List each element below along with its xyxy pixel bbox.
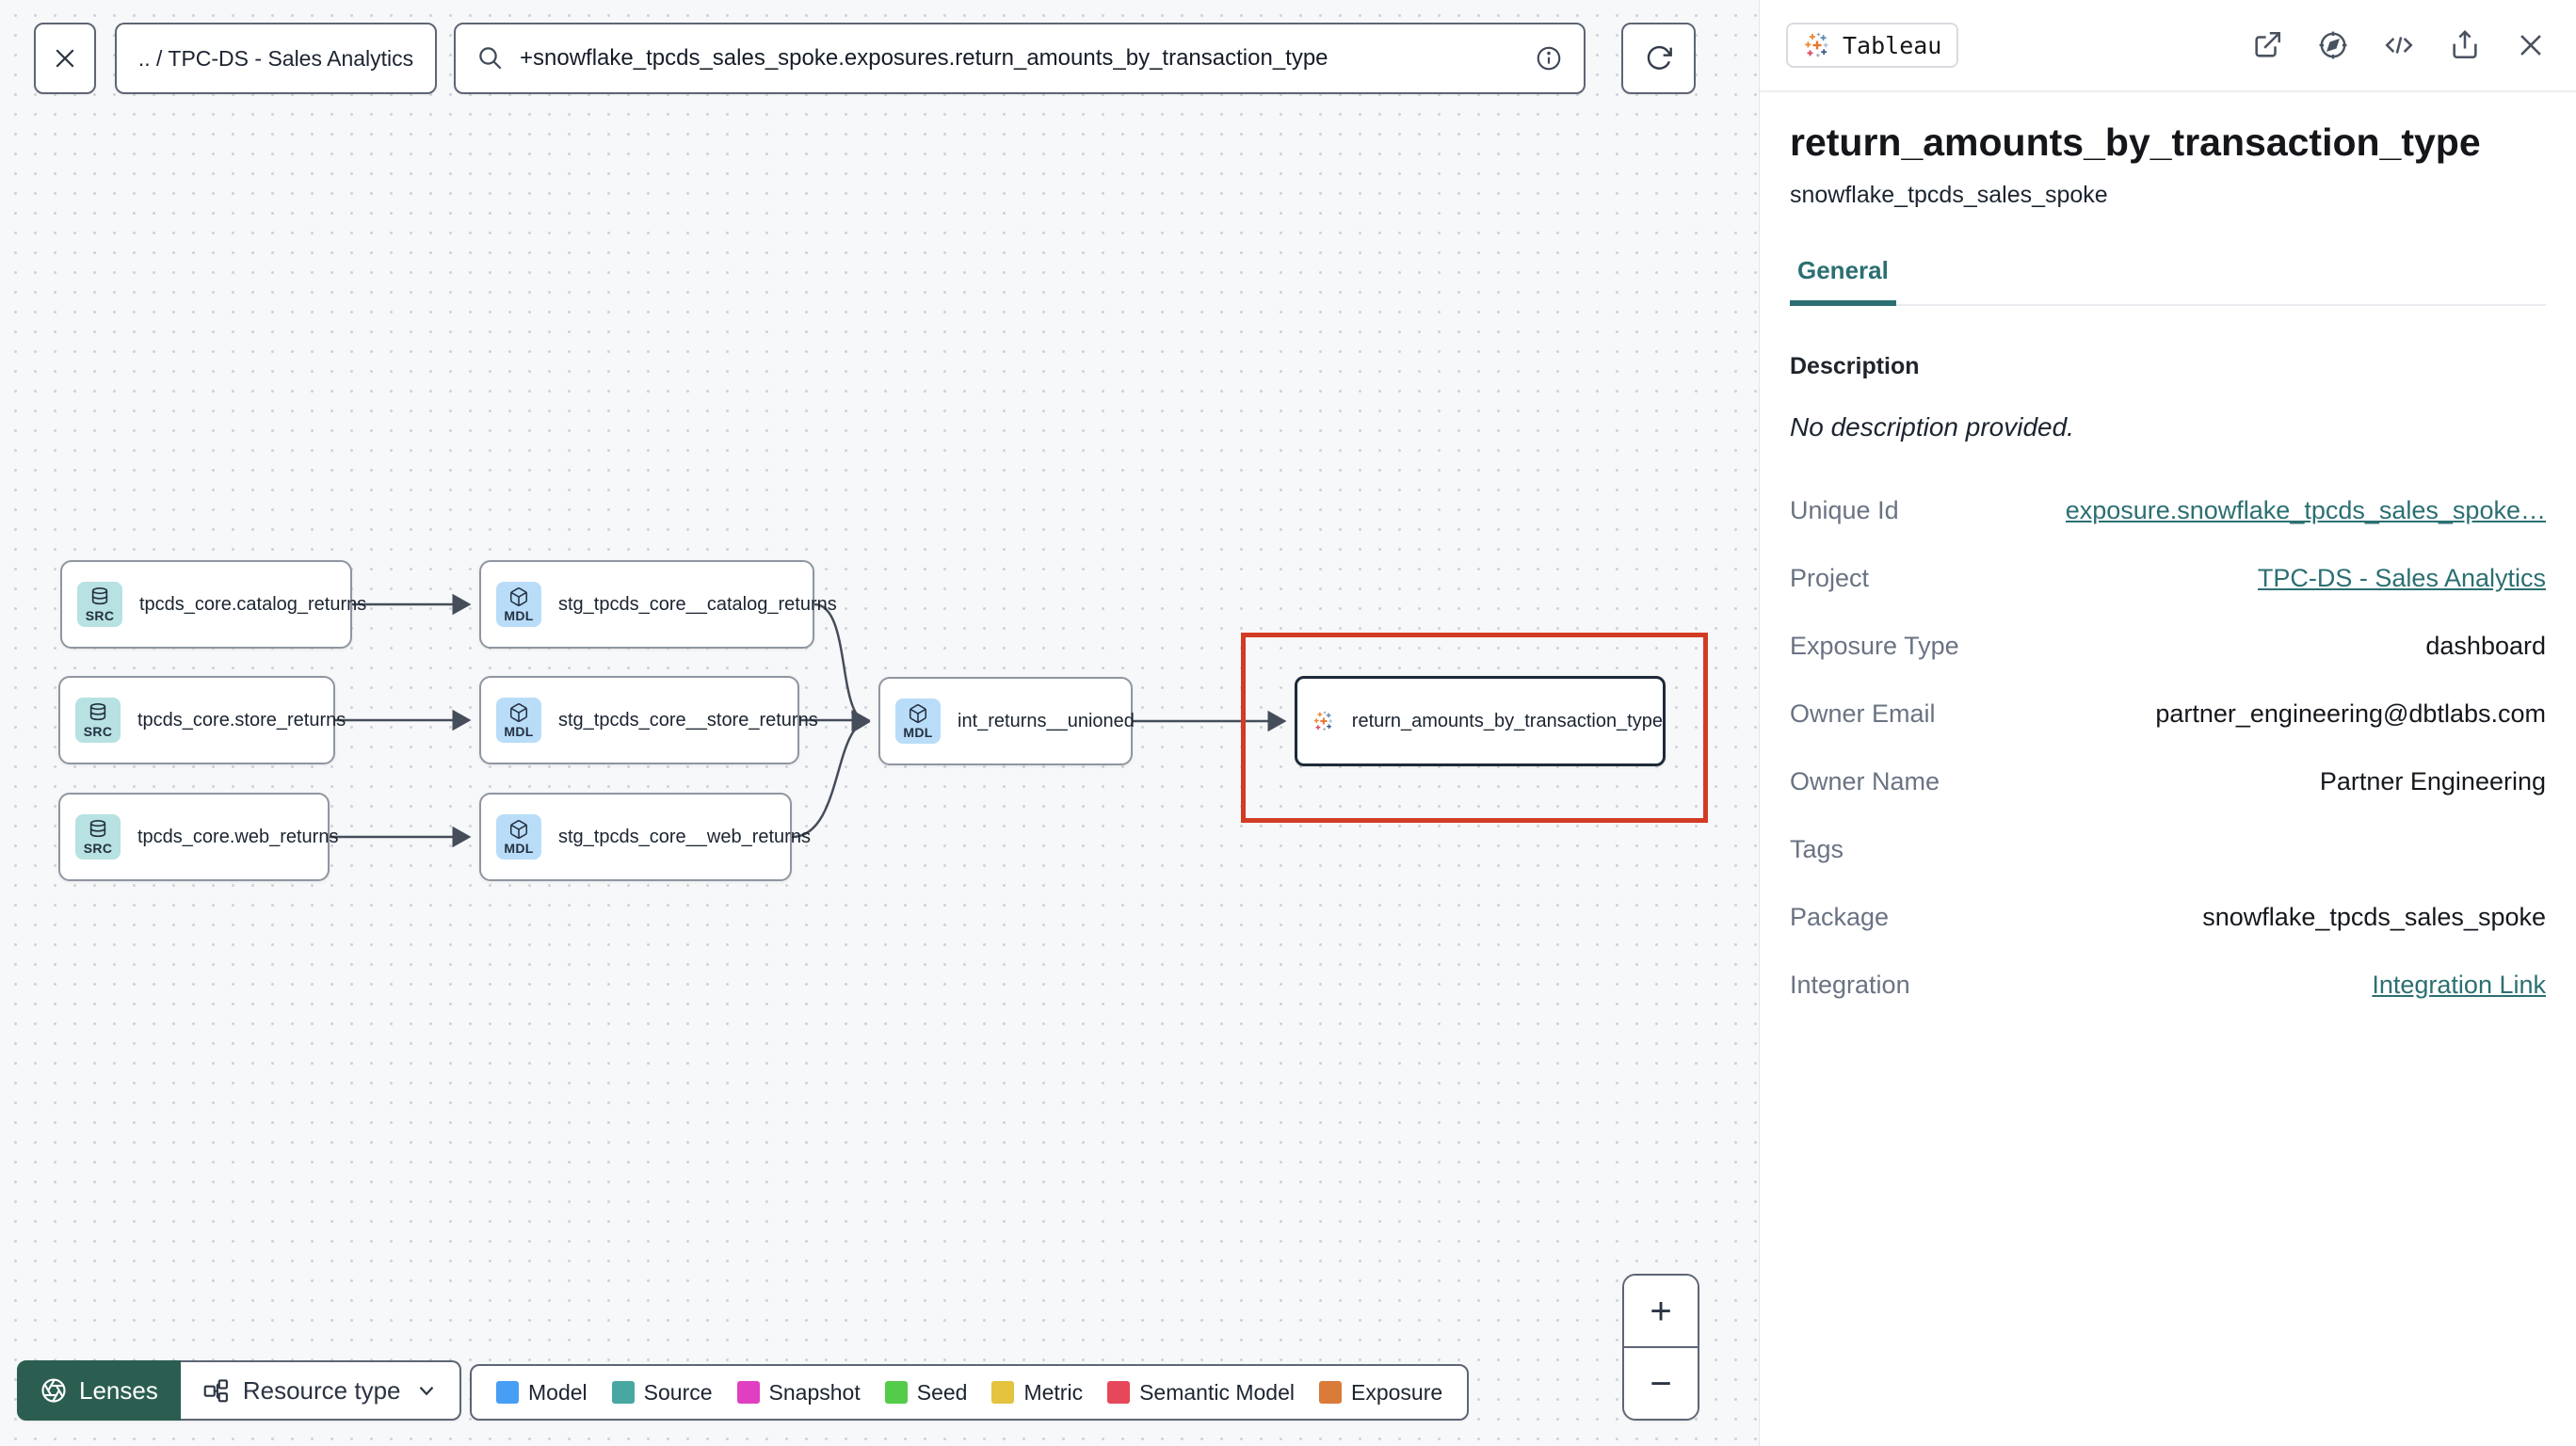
search-bar[interactable]: +snowflake_tpcds_sales_spoke.exposures.r… <box>454 23 1586 94</box>
refresh-button[interactable] <box>1621 23 1696 94</box>
tableau-badge-label: Tableau <box>1843 31 1942 59</box>
lenses-label: Lenses <box>79 1375 158 1405</box>
node-model-stg-catalog-returns[interactable]: MDL stg_tpcds_core__catalog_returns <box>479 560 837 649</box>
project-link[interactable]: TPC-DS - Sales Analytics <box>2258 564 2546 593</box>
aperture-icon <box>41 1378 66 1403</box>
legend-swatch <box>736 1381 760 1404</box>
model-icon: MDL <box>496 582 541 627</box>
resource-legend: Model Source Snapshot Seed Metric Semant… <box>470 1364 1470 1421</box>
node-model-stg-web-returns[interactable]: MDL stg_tpcds_core__web_returns <box>479 793 811 881</box>
node-label: tpcds_core.catalog_returns <box>139 593 367 615</box>
legend-item: Seed <box>884 1380 967 1406</box>
breadcrumb[interactable]: .. / TPC-DS - Sales Analytics <box>115 23 437 94</box>
legend-item: Metric <box>991 1380 1083 1406</box>
node-label: return_amounts_by_transaction_type <box>1351 710 1663 731</box>
legend-item: Model <box>496 1380 588 1406</box>
node-source-catalog-returns[interactable]: SRC tpcds_core.catalog_returns <box>60 560 366 649</box>
panel-header: Tableau <box>1760 0 2576 92</box>
model-icon: MDL <box>895 699 941 744</box>
zoom-out-button[interactable]: − <box>1624 1348 1698 1419</box>
source-icon: SRC <box>77 582 122 627</box>
source-icon: SRC <box>75 698 121 743</box>
field-row-integration: Integration Integration Link <box>1790 970 2546 1000</box>
field-row-tags: Tags <box>1790 834 1844 863</box>
details-panel: Tableau return_amounts_by_transaction_ty… <box>1759 0 2576 1446</box>
share-button[interactable] <box>2446 26 2484 64</box>
legend-swatch <box>884 1381 908 1404</box>
field-row-owner-name: Owner Name Partner Engineering <box>1790 766 2546 795</box>
breadcrumb-label: .. / TPC-DS - Sales Analytics <box>137 45 414 71</box>
node-exposure-return-amounts[interactable]: return_amounts_by_transaction_type <box>1295 676 1666 766</box>
node-model-stg-store-returns[interactable]: MDL stg_tpcds_core__store_returns <box>479 676 818 764</box>
refresh-icon <box>1647 45 1672 70</box>
tab-general[interactable]: General <box>1790 256 1896 306</box>
chevron-down-icon <box>419 1387 433 1396</box>
page-title: return_amounts_by_transaction_type <box>1790 120 2481 164</box>
resource-type-label: Resource type <box>242 1375 401 1405</box>
node-source-web-returns[interactable]: SRC tpcds_core.web_returns <box>58 793 338 881</box>
code-icon <box>2385 37 2413 54</box>
node-label: tpcds_core.store_returns <box>137 709 346 731</box>
legend-swatch <box>1319 1381 1342 1404</box>
dbt-lineage-explorer: .. / TPC-DS - Sales Analytics +snowflake… <box>0 0 2576 1446</box>
close-icon <box>56 49 74 68</box>
lenses-button[interactable]: Lenses <box>17 1360 181 1421</box>
legend-item: Snapshot <box>736 1380 861 1406</box>
legend-swatch <box>611 1381 635 1404</box>
package-subtitle: snowflake_tpcds_sales_spoke <box>1790 182 2108 208</box>
open-external-button[interactable] <box>2248 26 2286 64</box>
view-code-button[interactable] <box>2380 26 2418 64</box>
search-icon <box>479 47 502 70</box>
node-model-int-returns-unioned[interactable]: MDL int_returns__unioned <box>878 677 1135 765</box>
search-input[interactable]: +snowflake_tpcds_sales_spoke.exposures.r… <box>520 45 1520 72</box>
node-label: stg_tpcds_core__web_returns <box>558 826 811 847</box>
node-label: stg_tpcds_core__catalog_returns <box>558 593 837 615</box>
legend-swatch <box>1107 1381 1131 1404</box>
info-icon[interactable] <box>1535 44 1563 72</box>
field-row-unique-id: Unique Id exposure.snowflake_tpcds_sales… <box>1790 495 2546 525</box>
node-source-store-returns[interactable]: SRC tpcds_core.store_returns <box>58 676 346 764</box>
legend-item: Source <box>611 1380 713 1406</box>
description-heading: Description <box>1790 353 1920 379</box>
external-link-icon <box>2255 31 2281 57</box>
source-icon: SRC <box>75 814 121 860</box>
compass-icon <box>2319 31 2347 59</box>
integration-link[interactable]: Integration Link <box>2372 971 2546 1000</box>
legend-item: Exposure <box>1319 1380 1442 1406</box>
model-icon: MDL <box>496 814 541 860</box>
tab-bar: General <box>1790 256 2546 306</box>
tableau-icon <box>1313 711 1333 731</box>
legend-swatch <box>496 1381 519 1404</box>
tableau-icon <box>1805 32 1828 57</box>
node-label: stg_tpcds_core__store_returns <box>558 709 818 731</box>
lineage-canvas[interactable]: .. / TPC-DS - Sales Analytics +snowflake… <box>0 0 1759 1446</box>
close-panel-button[interactable] <box>2512 26 2550 64</box>
field-rows: Unique Id exposure.snowflake_tpcds_sales… <box>1790 476 2546 1019</box>
lens-controls: Lenses Resource type <box>17 1360 461 1421</box>
resource-type-dropdown[interactable]: Resource type <box>180 1360 461 1421</box>
resource-type-icon <box>203 1379 228 1403</box>
node-label: tpcds_core.web_returns <box>137 826 339 847</box>
field-row-package: Package snowflake_tpcds_sales_spoke <box>1790 902 2546 931</box>
legend-item: Semantic Model <box>1107 1380 1295 1406</box>
node-label: int_returns__unioned <box>958 710 1135 731</box>
close-lineage-button[interactable] <box>34 23 96 94</box>
zoom-in-button[interactable]: + <box>1624 1276 1698 1348</box>
explore-lineage-button[interactable] <box>2314 26 2352 64</box>
close-icon <box>2520 35 2541 56</box>
model-icon: MDL <box>496 698 541 743</box>
unique-id-link[interactable]: exposure.snowflake_tpcds_sales_spoke… <box>2066 496 2546 525</box>
legend-swatch <box>991 1381 1015 1404</box>
share-icon <box>2453 30 2477 59</box>
description-value: No description provided. <box>1790 412 2074 442</box>
field-row-project: Project TPC-DS - Sales Analytics <box>1790 563 2546 593</box>
field-row-owner-email: Owner Email partner_engineering@dbtlabs.… <box>1790 699 2546 728</box>
zoom-controls: + − <box>1622 1274 1699 1421</box>
tableau-badge: Tableau <box>1786 23 1959 68</box>
field-row-exposure-type: Exposure Type dashboard <box>1790 631 2546 660</box>
